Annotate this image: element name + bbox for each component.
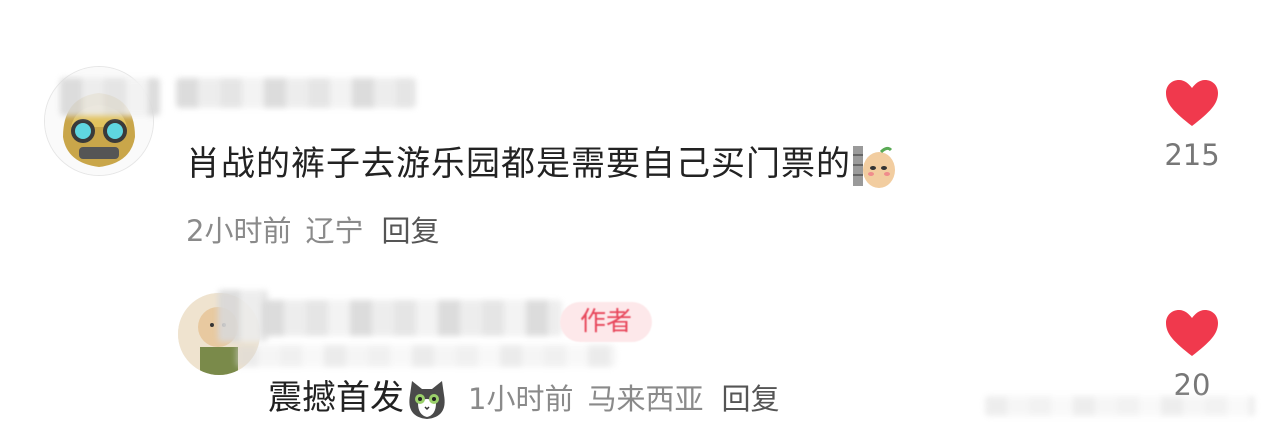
replier-name-blurred[interactable] (262, 300, 562, 336)
reply-like[interactable]: 20 (1160, 308, 1224, 402)
cat-face-icon (409, 380, 445, 419)
potato-sticker-icon (853, 145, 895, 188)
comment-like[interactable]: 215 (1160, 78, 1224, 172)
reply-location: 马来西亚 (587, 382, 704, 416)
reply-time: 1小时前 (468, 382, 574, 416)
heart-icon[interactable] (1164, 78, 1220, 128)
like-count: 215 (1164, 138, 1220, 172)
reply-body: 震撼首发 (268, 378, 404, 418)
replier-name-blurred (236, 345, 616, 367)
reply-meta: 1小时前 马来西亚 回复 (468, 382, 779, 416)
reply-text: 震撼首发 1小时前 马来西亚 回复 (268, 370, 779, 423)
heart-icon[interactable] (1164, 308, 1220, 358)
comment-text: 肖战的裤子去游乐园都是需要自己买门票的 (186, 136, 899, 190)
reply-button[interactable]: 回复 (381, 214, 439, 248)
comment-location: 辽宁 (305, 214, 364, 248)
replier-name-blurred (218, 290, 268, 342)
commenter-name-blurred (60, 78, 160, 116)
reply-button[interactable]: 回复 (721, 382, 779, 416)
watermark-blurred (985, 396, 1255, 416)
commenter-name-blurred[interactable] (176, 78, 416, 108)
author-badge: 作者 (560, 302, 653, 342)
comment-meta: 2小时前 辽宁 回复 (186, 208, 439, 250)
comment-time: 2小时前 (186, 214, 292, 248)
comment-body: 肖战的裤子去游乐园都是需要自己买门票的 (186, 144, 851, 184)
